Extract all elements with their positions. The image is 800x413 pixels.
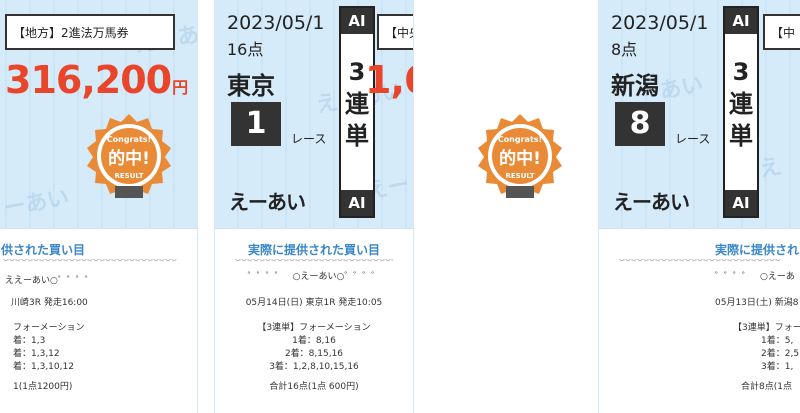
bet-line: 合計8点(1点 (741, 382, 792, 392)
race-label: レース (675, 132, 711, 146)
bet-line: 【3連単】フォーメ (733, 323, 800, 333)
bet-line: 着：1,3,10,12 (13, 362, 74, 372)
svg-text:RESULT: RESULT (115, 172, 144, 180)
bet-line: フォーメーション (13, 323, 85, 333)
venue-name: 東京 (227, 72, 275, 100)
bet-details: 実際に提供された ゜゜゜゜ ○えーあ 05月13日(土) 新潟8 【3連単】フォ… (599, 228, 800, 413)
ai-badge-top: AI (725, 8, 757, 34)
bet-line: 2着：8,15,16 (284, 349, 344, 359)
hit-badge-icon: Congrats! 的中! RESULT (87, 114, 171, 198)
bet-details: 供された買い目 ええーあい○゜゜゜゜ 川崎3R 発走16:00 フォーメーション… (0, 228, 197, 413)
ai-badge-top: AI (341, 8, 373, 34)
bet-line: 着：1,3 (13, 336, 46, 346)
section-title: 実際に提供された (715, 243, 800, 257)
eai-logo: えーあい (613, 190, 690, 214)
venue-name: 新潟 (611, 72, 659, 100)
svg-text:RESULT: RESULT (506, 172, 535, 180)
source-tag: 【中 (763, 14, 800, 50)
bet-line: 1着：5, (761, 336, 794, 346)
svg-text:Congrats!: Congrats! (107, 135, 151, 144)
race-number: 1 (231, 102, 281, 146)
bet-line: 1着：8,16 (292, 336, 336, 346)
race-number: 8 (615, 102, 665, 146)
bet-line: 05月13日(土) 新潟8 (715, 298, 799, 308)
race-date: 2023/05/1 (227, 12, 325, 34)
bet-line: 【3連単】フォーメーション (257, 323, 371, 333)
eai-logo: えーあい (229, 190, 306, 214)
ai-badge-bottom: AI (341, 190, 373, 216)
result-banner: あい え 2023/05/1 8点 新潟 8 レース AI 3連単 AI 【中 … (599, 0, 800, 228)
bet-line: 合計16点(1点 600円) (269, 382, 359, 392)
race-label: レース (291, 132, 327, 146)
result-banner: えーあい ーあい え 【地方】2進法万馬券 316,200円 Congrats!… (0, 0, 197, 228)
svg-text:的中!: 的中! (499, 148, 541, 169)
svg-text:Congrats!: Congrats! (498, 135, 542, 144)
bet-line: 川崎3R 発走16:00 (11, 298, 88, 308)
ai-badge-bottom: AI (725, 190, 757, 216)
bet-line: ゜゜゜゜ ○えーあ (715, 272, 795, 282)
ai-bet-type-column: AI 3連単 AI (339, 6, 375, 218)
payout-amount: 316,200円 (5, 58, 189, 102)
section-title: 供された買い目 (1, 243, 86, 257)
point-count: 8点 (611, 40, 638, 59)
race-date: 2023/05/1 (611, 12, 709, 34)
ai-bet-type-column: AI 3連単 AI (723, 6, 759, 218)
bet-line: 3着：1,2,8,10,15,16 (269, 362, 359, 372)
svg-text:的中!: 的中! (108, 148, 150, 169)
result-card-2[interactable]: えーあい えー 2023/05/1 16点 東京 1 レース AI 3連単 AI… (214, 0, 414, 413)
bet-line: 3着：1, (761, 362, 794, 372)
bet-line: 05月14日(日) 東京1R 発走10:05 (245, 298, 383, 308)
point-count: 16点 (227, 40, 264, 59)
bet-line: 着：1,3,12 (13, 349, 60, 359)
bet-details: 実際に提供された買い目 ゜゜゜゜ ○えーあい○゜゜゜゜ 05月14日(日) 東京… (215, 228, 413, 413)
hit-badge-icon: Congrats! 的中! RESULT (478, 114, 562, 198)
bet-line: 2着：2,5 (761, 349, 800, 359)
section-title: 実際に提供された買い目 (247, 243, 380, 257)
result-card-1[interactable]: えーあい ーあい え 【地方】2進法万馬券 316,200円 Congrats!… (0, 0, 198, 413)
source-tag: 【中央】孤高 -kokou- (377, 14, 413, 50)
payout-amount: 1,633,080円 (365, 58, 413, 102)
bet-line: ゜゜゜゜ ○えーあい○゜゜゜゜ (247, 272, 381, 282)
bet-line: 1(1点1200円) (13, 382, 73, 392)
result-card-3[interactable]: あい え 2023/05/1 8点 新潟 8 レース AI 3連単 AI 【中 … (598, 0, 800, 413)
bet-type: 3連単 (729, 58, 753, 150)
result-banner: えーあい えー 2023/05/1 16点 東京 1 レース AI 3連単 AI… (215, 0, 413, 228)
source-tag: 【地方】2進法万馬券 (5, 14, 175, 50)
bet-line: ええーあい○゜゜゜゜ (5, 276, 94, 286)
